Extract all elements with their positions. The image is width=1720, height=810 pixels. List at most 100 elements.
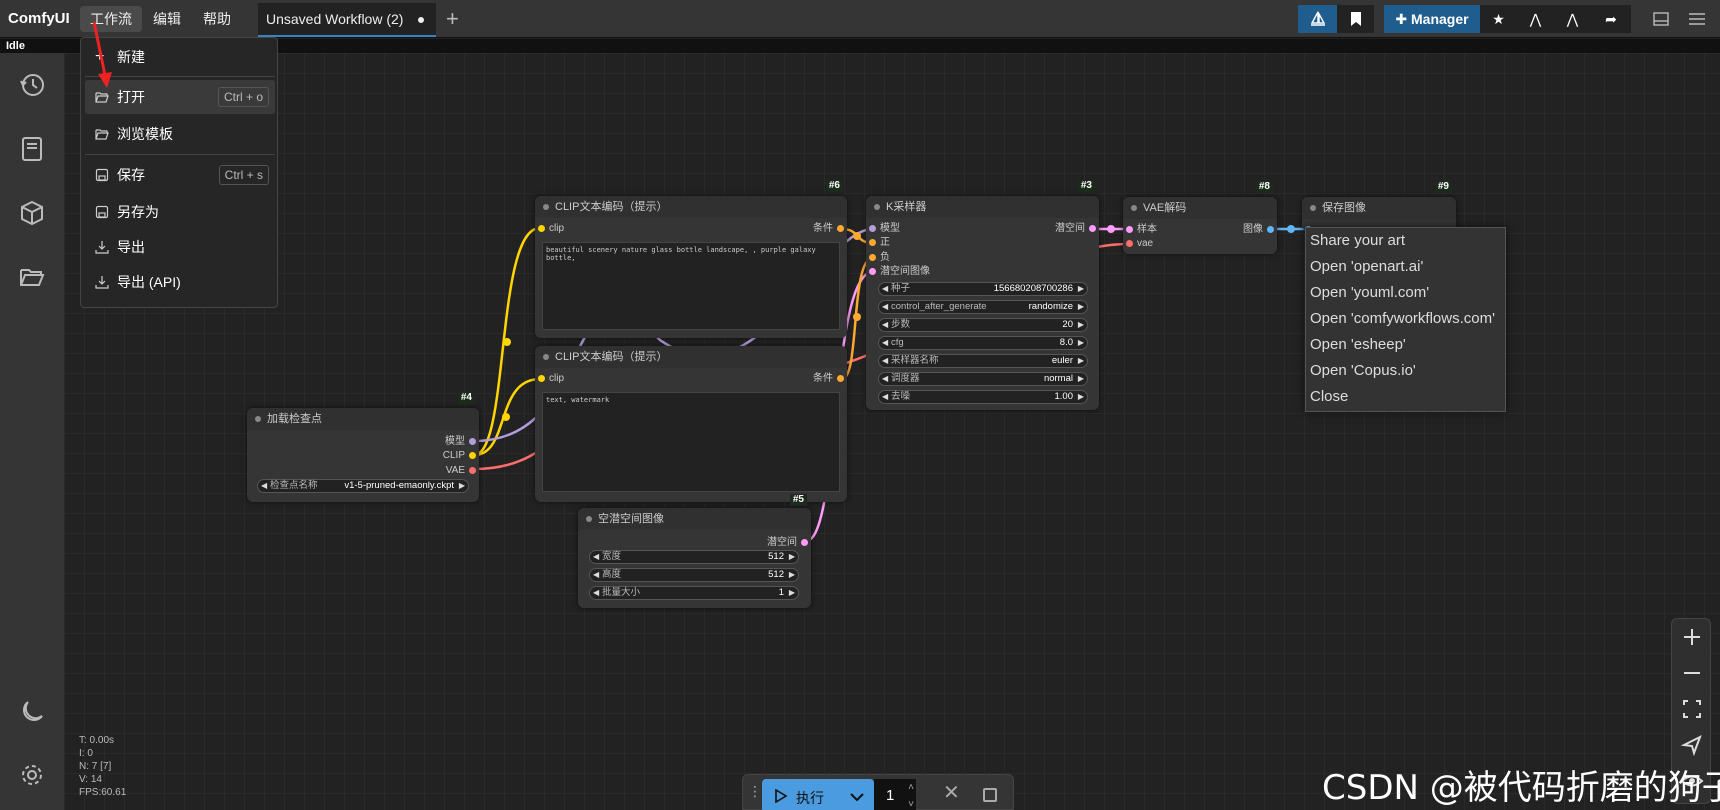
output-port-vae[interactable] <box>469 467 476 474</box>
unsaved-indicator-icon <box>418 17 424 23</box>
menu-item-export-api[interactable]: 导出 (API) <box>85 265 275 299</box>
panel-toggle-button[interactable] <box>1647 5 1675 33</box>
share-menu-item[interactable]: Open 'esheep' <box>1310 334 1406 356</box>
sailboat-icon-button[interactable] <box>1298 5 1337 33</box>
menu-item-label: 保存 <box>117 167 145 183</box>
output-port-latent[interactable] <box>1089 225 1096 232</box>
share-menu-item[interactable]: Open 'openart.ai' <box>1310 256 1423 278</box>
input-port-latent[interactable] <box>869 268 876 275</box>
output-label-latent: 潜空间 <box>767 537 797 548</box>
widget-height[interactable]: ◀ 高度 512 ▶ <box>589 568 799 582</box>
new-tab-plus-icon[interactable]: + <box>446 8 459 30</box>
download-icon <box>95 276 109 289</box>
input-label-negative: 负 <box>880 252 890 263</box>
share-menu-item[interactable]: Open 'comfyworkflows.com' <box>1310 308 1495 330</box>
widget-scheduler[interactable]: ◀ 调度器 normal ▶ <box>878 372 1088 386</box>
input-port-samples[interactable] <box>1126 226 1133 233</box>
run-label: 执行 <box>796 790 824 806</box>
chevron-down-icon[interactable]: ˅ <box>908 788 914 810</box>
menu-help[interactable]: 帮助 <box>193 6 241 32</box>
star-icon: ★ <box>1492 11 1505 27</box>
share-menu-item[interactable]: Open 'Copus.io' <box>1310 360 1416 382</box>
node-clip-text-encode-positive[interactable]: CLIP文本编码（提示） #6 clip 条件 beautiful scener… <box>535 180 847 338</box>
zoom-in-icon[interactable] <box>1678 623 1706 651</box>
tab-workflow[interactable]: Unsaved Workflow (2) <box>258 3 436 37</box>
node-id: #3 <box>1077 180 1095 192</box>
moon-icon[interactable] <box>18 698 46 726</box>
input-port-vae[interactable] <box>1126 240 1133 247</box>
share-menu-item[interactable]: Open 'youml.com' <box>1310 282 1429 304</box>
folder-open-icon[interactable] <box>18 263 46 291</box>
input-label-model: 模型 <box>880 223 900 234</box>
node-empty-latent-image[interactable]: 空潜空间图像 #5 潜空间 ◀ 宽度 512 ▶ ◀ 高度 512 ▶ ◀ 批量大小 1 ▶ <box>578 494 811 608</box>
book-icon[interactable] <box>18 135 46 163</box>
widget-control-after-generate[interactable]: ◀ control_after_generate randomize ▶ <box>878 300 1088 314</box>
menu-item-browse-templates[interactable]: 浏览模板 <box>85 117 275 151</box>
output-port-conditioning[interactable] <box>837 375 844 382</box>
hamburger-menu-button[interactable] <box>1682 5 1712 33</box>
run-button[interactable]: 执行 <box>762 779 874 810</box>
node-load-checkpoint[interactable]: 加载检查点 #4 模型 CLIP VAE ◀ 检查点名称 v1-5-pruned-e… <box>247 392 479 502</box>
node-title: CLIP文本编码（提示） <box>535 346 847 368</box>
menu-item-save-as[interactable]: 另存为 <box>85 195 275 229</box>
node-vae-decode[interactable]: VAE解码 #8 样本 vae 图像 <box>1123 181 1277 254</box>
cube-icon[interactable] <box>18 199 46 227</box>
hamburger-icon <box>1689 13 1705 25</box>
prompt-textarea[interactable]: text, watermark <box>542 392 840 492</box>
widget-batch-size[interactable]: ◀ 批量大小 1 ▶ <box>589 586 799 600</box>
input-port-negative[interactable] <box>869 254 876 261</box>
widget-seed[interactable]: ◀ 种子 156680208700286 ▶ <box>878 282 1088 296</box>
share-button[interactable]: ➦ <box>1591 5 1631 33</box>
share-menu-item[interactable]: Close <box>1310 386 1348 408</box>
drag-handle-icon[interactable]: ⋮ <box>748 783 762 800</box>
output-port-model[interactable] <box>469 438 476 445</box>
watermark-text: CSDN @被代码折磨的狗子 <box>1322 768 1720 808</box>
bookmark-button[interactable] <box>1337 5 1374 33</box>
widget-sampler-name[interactable]: ◀ 采样器名称 euler ▶ <box>878 354 1088 368</box>
widget-steps[interactable]: ◀ 步数 20 ▶ <box>878 318 1088 332</box>
annotation-arrow-icon <box>92 21 112 88</box>
input-port-positive[interactable] <box>869 239 876 246</box>
node-clip-text-encode-negative[interactable]: CLIP文本编码（提示） clip 条件 text, watermark <box>535 346 847 502</box>
prompt-textarea[interactable]: beautiful scenery nature glass bottle la… <box>542 242 840 330</box>
batch-count-input[interactable]: 1 ˄ ˅ <box>874 779 916 810</box>
widget-cfg[interactable]: ◀ cfg 8.0 ▶ <box>878 336 1088 350</box>
fit-view-icon[interactable] <box>1678 695 1706 723</box>
widget-ckpt-name[interactable]: ◀ 检查点名称 v1-5-pruned-emaonly.ckpt ▶ <box>257 479 469 493</box>
menu-item-label: 导出 <box>117 239 145 255</box>
share-hub-button-1[interactable]: ⋀ <box>1517 5 1554 33</box>
output-label-latent: 潜空间 <box>1055 223 1085 234</box>
input-port-model[interactable] <box>869 225 876 232</box>
output-port-conditioning[interactable] <box>837 225 844 232</box>
input-port-clip[interactable] <box>538 225 545 232</box>
chevron-down-icon[interactable] <box>850 792 864 802</box>
output-port-latent[interactable] <box>801 539 808 546</box>
widget-denoise[interactable]: ◀ 去噪 1.00 ▶ <box>878 390 1088 404</box>
bookmark-icon <box>1350 12 1361 26</box>
menu-item-label: 另存为 <box>117 204 159 220</box>
output-port-clip[interactable] <box>469 452 476 459</box>
input-port-clip[interactable] <box>538 375 545 382</box>
stop-square-icon[interactable] <box>983 788 997 802</box>
navigate-icon[interactable] <box>1678 731 1706 759</box>
node-save-image[interactable]: 保存图像 #9 <box>1302 181 1456 233</box>
star-button[interactable]: ★ <box>1480 5 1517 33</box>
menu-item-save[interactable]: 保存 Ctrl + s <box>85 158 275 192</box>
node-title: VAE解码 <box>1123 197 1277 219</box>
menu-item-export[interactable]: 导出 <box>85 230 275 264</box>
output-port-image[interactable] <box>1267 226 1274 233</box>
output-label-model: 模型 <box>445 436 465 447</box>
share-menu-item[interactable]: Share your art <box>1310 230 1405 252</box>
menu-edit[interactable]: 编辑 <box>143 6 191 32</box>
share-hub-icon: ⋀ <box>1529 11 1542 27</box>
output-label-conditioning: 条件 <box>813 223 833 234</box>
widget-width[interactable]: ◀ 宽度 512 ▶ <box>589 550 799 564</box>
history-icon[interactable] <box>18 71 46 99</box>
manager-button[interactable]: ✚ Manager <box>1384 5 1480 33</box>
batch-count-value: 1 <box>886 787 895 804</box>
close-icon[interactable]: ✕ <box>943 780 960 805</box>
zoom-out-icon[interactable] <box>1678 659 1706 687</box>
gear-icon[interactable] <box>18 761 46 789</box>
share-hub-button-2[interactable]: ⋀ <box>1554 5 1591 33</box>
node-ksampler[interactable]: K采样器 #3 模型 正 负 潜空间图像 潜空间 ◀ 种子 156680208700… <box>866 180 1099 410</box>
